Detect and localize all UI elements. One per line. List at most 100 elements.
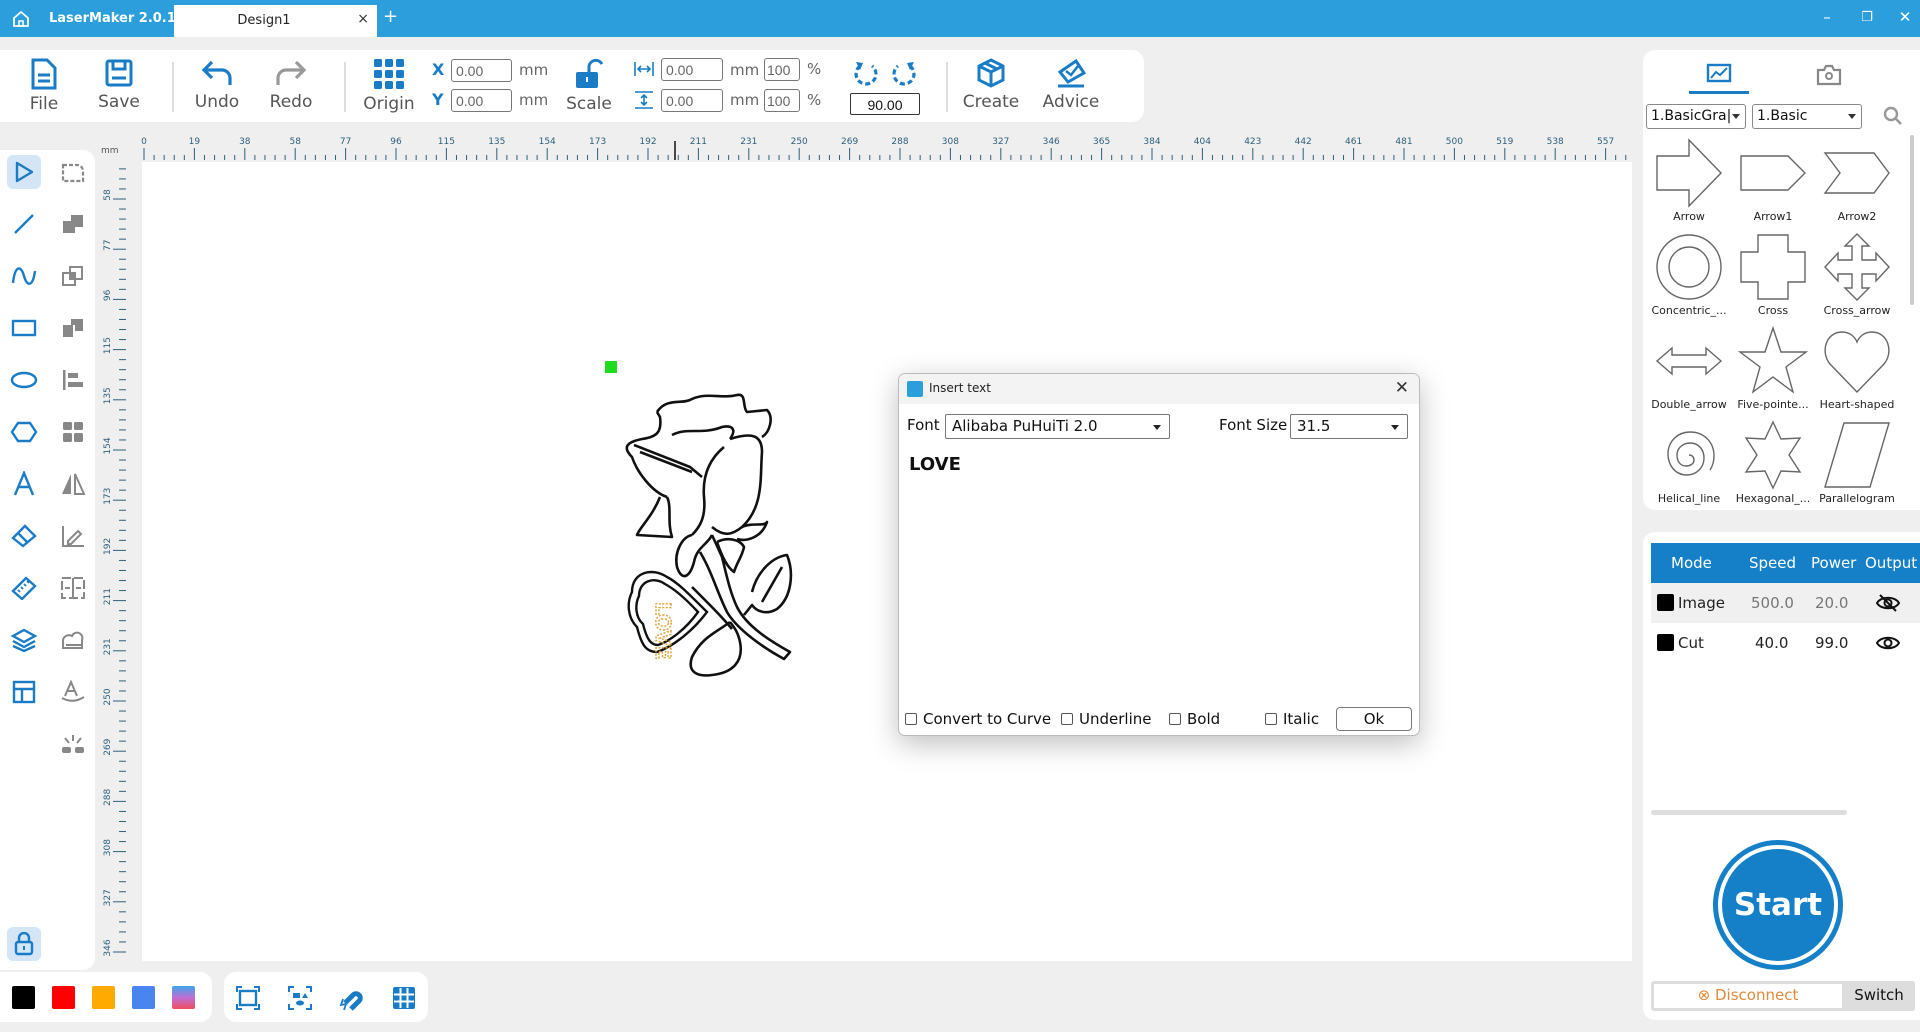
split-tool[interactable]: [56, 571, 90, 605]
rotate-cw-icon[interactable]: [890, 60, 918, 88]
close-window-button[interactable]: ✕: [1890, 8, 1920, 26]
search-icon[interactable]: [1883, 106, 1903, 126]
ellipse-tool[interactable]: [7, 363, 41, 397]
origin-button[interactable]: Origin: [354, 58, 424, 114]
shape-hexagonal-star[interactable]: Hexagonal_...: [1731, 420, 1815, 505]
switch-button[interactable]: Switch: [1847, 986, 1911, 1004]
rotation-angle-input[interactable]: [850, 93, 920, 115]
height-percent-input[interactable]: [764, 89, 800, 112]
shape-arrow[interactable]: Arrow: [1647, 138, 1731, 223]
origin-grid-icon: [374, 59, 404, 89]
eye-hidden-icon[interactable]: [1875, 592, 1901, 614]
font-select[interactable]: Alibaba PuHuiTi 2.0: [945, 414, 1170, 439]
library-scrollbar[interactable]: [1910, 135, 1914, 305]
layer-color-swatch[interactable]: [1657, 634, 1674, 651]
ruler-label: 77: [340, 137, 351, 147]
rose-artwork[interactable]: LOVE: [612, 377, 862, 717]
swatch-red[interactable]: [52, 986, 75, 1009]
offset-tool[interactable]: [56, 519, 90, 553]
grid-icon[interactable]: [391, 985, 417, 1011]
layer-row-image[interactable]: Image 500.0 20.0: [1651, 583, 1920, 623]
home-icon[interactable]: [12, 10, 30, 28]
save-button[interactable]: Save: [84, 58, 154, 112]
swatch-gradient[interactable]: [172, 986, 195, 1009]
file-button[interactable]: File: [9, 58, 79, 114]
swatch-blue[interactable]: [132, 986, 155, 1009]
ruler-label: 250: [791, 137, 808, 147]
layout-tool[interactable]: [7, 675, 41, 709]
disconnect-button[interactable]: ⊗ Disconnect: [1654, 984, 1842, 1008]
convert-to-curve-checkbox[interactable]: Convert to Curve: [905, 710, 1051, 728]
shape-parallelogram[interactable]: Parallelogram: [1815, 420, 1899, 505]
new-tab-button[interactable]: +: [383, 6, 398, 27]
y-position-input[interactable]: [451, 89, 512, 112]
shape-cross-arrow[interactable]: Cross_arrow: [1815, 232, 1899, 317]
width-percent-input[interactable]: [764, 58, 800, 81]
node-edit-tool[interactable]: [56, 155, 90, 189]
curve-tool[interactable]: [7, 259, 41, 293]
shape-arrow2[interactable]: Arrow2: [1815, 138, 1899, 223]
category-dropdown[interactable]: 1.BasicGra|: [1646, 104, 1746, 129]
align-tool[interactable]: [56, 363, 90, 397]
rectangle-tool[interactable]: [7, 311, 41, 345]
line-tool[interactable]: [7, 207, 41, 241]
ruler-label: 96: [103, 289, 113, 301]
shape-heart[interactable]: Heart-shaped: [1815, 326, 1899, 411]
fit-selection-icon[interactable]: [287, 985, 313, 1011]
bold-checkbox[interactable]: Bold: [1169, 710, 1220, 728]
text-input[interactable]: LOVE: [909, 454, 1409, 674]
width-input[interactable]: [661, 58, 723, 81]
measure-tool[interactable]: [7, 571, 41, 605]
shape-five-pointed-star[interactable]: Five-pointe...: [1731, 326, 1815, 411]
shape-concentric[interactable]: Concentric_...: [1647, 232, 1731, 317]
eye-visible-icon[interactable]: [1875, 632, 1901, 654]
shape-arrow1[interactable]: Arrow1: [1731, 138, 1815, 223]
intersect-tool[interactable]: [56, 259, 90, 293]
x-position-input[interactable]: [451, 59, 512, 82]
tab-design1[interactable]: Design1 ×: [174, 5, 377, 37]
minimize-button[interactable]: –: [1812, 8, 1842, 26]
polygon-tool[interactable]: [7, 415, 41, 449]
shape-helical-line[interactable]: Helical_line: [1647, 420, 1731, 505]
underline-checkbox[interactable]: Underline: [1061, 710, 1151, 728]
select-tool[interactable]: [7, 155, 41, 189]
text-on-path-tool[interactable]: [56, 675, 90, 709]
x-label: X: [432, 60, 445, 79]
create-button[interactable]: Create: [956, 58, 1026, 112]
fit-frame-icon[interactable]: [235, 985, 261, 1011]
shape-cross[interactable]: Cross: [1731, 232, 1815, 317]
union-tool[interactable]: [56, 207, 90, 241]
outline-tool[interactable]: [56, 623, 90, 657]
tab-camera[interactable]: [1799, 56, 1859, 94]
font-size-select[interactable]: 31.5: [1290, 414, 1408, 439]
vertical-ruler: 58 77 96 115 135 154 173 192 211 231 250 269 288 308 3…: [97, 161, 127, 961]
subcategory-dropdown[interactable]: 1.Basic: [1752, 104, 1862, 129]
layers-tool[interactable]: [7, 623, 41, 657]
text-tool[interactable]: [7, 467, 41, 501]
dialog-close-icon[interactable]: ✕: [1395, 378, 1409, 398]
lock-button[interactable]: [7, 927, 41, 961]
height-input[interactable]: [661, 89, 723, 112]
scale-lock-button[interactable]: Scale: [554, 58, 624, 114]
magnet-snap-icon[interactable]: [339, 985, 365, 1011]
eraser-tool[interactable]: [7, 519, 41, 553]
start-button[interactable]: Start: [1713, 840, 1843, 970]
layer-row-cut[interactable]: Cut 40.0 99.0: [1651, 623, 1920, 663]
rotate-ccw-icon[interactable]: [852, 60, 880, 88]
tab-graphics[interactable]: [1689, 56, 1749, 94]
advice-button[interactable]: Advice: [1036, 58, 1106, 112]
swatch-orange[interactable]: [92, 986, 115, 1009]
subtract-tool[interactable]: [56, 311, 90, 345]
ok-button[interactable]: Ok: [1336, 707, 1412, 731]
restore-button[interactable]: ❐: [1852, 10, 1882, 25]
redo-button[interactable]: Redo: [256, 58, 326, 112]
shape-double-arrow[interactable]: Double_arrow: [1647, 326, 1731, 411]
undo-button[interactable]: Undo: [182, 58, 252, 112]
array-tool[interactable]: [56, 415, 90, 449]
light-burst-tool[interactable]: [56, 727, 90, 761]
italic-checkbox[interactable]: Italic: [1265, 710, 1319, 728]
mirror-tool[interactable]: [56, 467, 90, 501]
close-tab-icon[interactable]: ×: [357, 11, 369, 27]
layer-color-swatch[interactable]: [1657, 594, 1674, 611]
swatch-black[interactable]: [12, 986, 35, 1009]
